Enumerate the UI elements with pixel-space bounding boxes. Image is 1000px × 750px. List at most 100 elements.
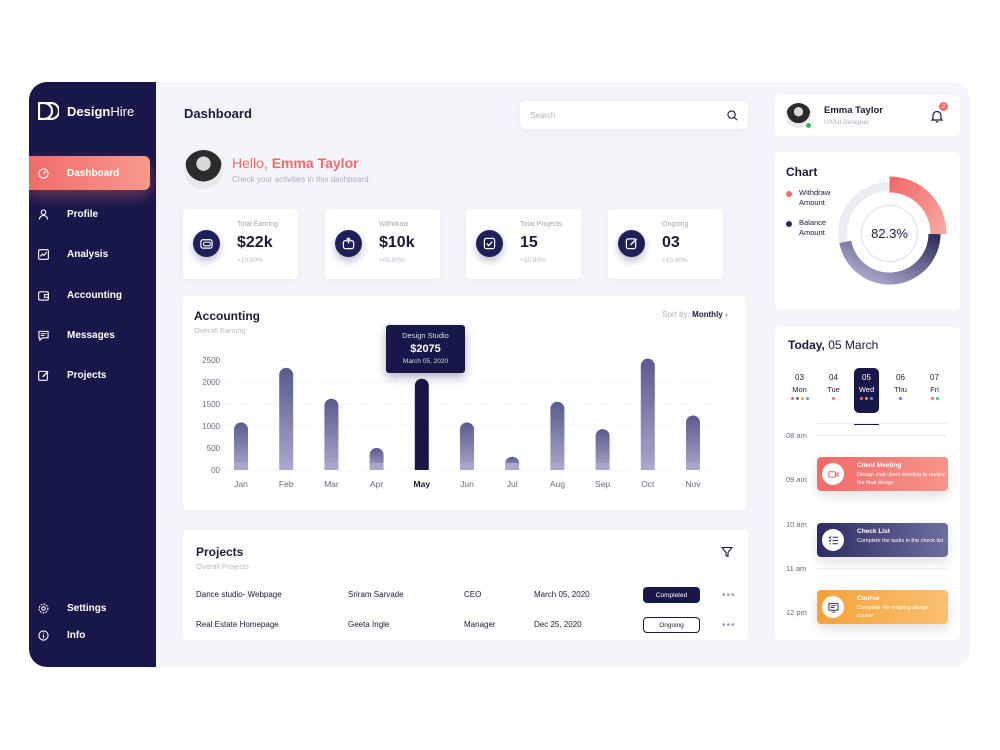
donut-title: Chart bbox=[786, 165, 818, 179]
x-tick-label: Nov bbox=[685, 479, 701, 489]
brand-logo[interactable]: DesignHire bbox=[38, 102, 134, 120]
day-thu[interactable]: 06 Thu bbox=[888, 368, 913, 413]
timeline-divider bbox=[817, 435, 947, 436]
bar-base-feb bbox=[279, 463, 294, 470]
table-row[interactable]: Real Estate Homepage Geeta Ingle Manager… bbox=[196, 617, 736, 633]
day-number: 04 bbox=[829, 373, 838, 382]
day-fri[interactable]: 07 Fri bbox=[922, 368, 947, 413]
event-description: Complete the ongoing design course bbox=[857, 605, 929, 619]
more-icon[interactable]: ••• bbox=[722, 590, 736, 601]
event-dots bbox=[922, 397, 947, 400]
video-icon bbox=[822, 463, 844, 485]
project-name: Dance studio- Webpage bbox=[196, 590, 282, 599]
sidebar-item-profile[interactable]: Profile bbox=[29, 197, 150, 231]
stat-label: Total Earning bbox=[237, 221, 278, 228]
filter-icon[interactable] bbox=[721, 546, 733, 558]
bell-icon[interactable] bbox=[930, 109, 944, 123]
project-role: Manager bbox=[464, 620, 496, 629]
dashboard-icon bbox=[38, 167, 49, 179]
project-date: March 05, 2020 bbox=[534, 590, 590, 599]
bar-base-may bbox=[414, 463, 429, 470]
sidebar-item-label: Messages bbox=[67, 329, 115, 341]
x-tick-label: Feb bbox=[279, 479, 294, 489]
schedule-title: Today, 05 March bbox=[788, 338, 879, 352]
tooltip-project: Design Studio bbox=[402, 331, 449, 340]
checkbox-icon bbox=[476, 230, 503, 257]
day-name: Wed bbox=[858, 385, 875, 394]
bar-nov bbox=[686, 415, 700, 470]
event-client-meeting[interactable]: Client Meeting Design club client meetin… bbox=[817, 457, 948, 491]
bar-base-jun bbox=[460, 463, 474, 470]
dashboard-app: DesignHire Dashboard Profile Analysis Ac… bbox=[29, 82, 970, 667]
bar-base-jan bbox=[234, 463, 248, 470]
chart-tooltip: Design Studio $2075 March 05, 2020 bbox=[386, 325, 465, 373]
sidebar-item-label: Info bbox=[67, 629, 86, 641]
y-tick-label: 2500 bbox=[202, 356, 220, 365]
x-tick-label: Jul bbox=[507, 479, 518, 489]
event-description: Design club client meeting to review the… bbox=[857, 472, 945, 486]
status-badge: Completed bbox=[643, 587, 700, 603]
search-bar[interactable] bbox=[520, 101, 748, 129]
page-title: Dashboard bbox=[184, 106, 252, 121]
time-label: 09 am bbox=[786, 475, 807, 484]
sidebar-item-messages[interactable]: Messages bbox=[29, 318, 150, 352]
sidebar-item-analysis[interactable]: Analysis bbox=[29, 237, 150, 271]
user-card[interactable]: Emma Taylor UX/UI Designer 2 bbox=[775, 95, 960, 136]
x-tick-label: Jan bbox=[234, 479, 248, 489]
day-number: 03 bbox=[795, 373, 804, 382]
stat-card-withdraw[interactable]: Withdraw $10k +05.80% bbox=[325, 209, 440, 279]
sidebar-item-dashboard[interactable]: Dashboard bbox=[29, 156, 150, 190]
sidebar-item-accounting[interactable]: Accounting bbox=[29, 278, 150, 312]
schedule-card: Today, 05 March 03 Mon 04 Tue 05 Wed 06 … bbox=[775, 327, 960, 640]
stat-change: +10.80% bbox=[662, 257, 688, 264]
wallet-icon bbox=[193, 230, 220, 257]
day-tue[interactable]: 04 Tue bbox=[821, 368, 846, 413]
legend-dot bbox=[786, 221, 792, 227]
tooltip-date: March 05, 2020 bbox=[402, 358, 449, 365]
x-tick-label: Sep bbox=[595, 479, 610, 489]
sidebar-item-label: Dashboard bbox=[67, 167, 120, 179]
stat-label: Total Projects bbox=[520, 221, 563, 228]
stat-card-ongoing[interactable]: Ongoing 03 +10.80% bbox=[608, 209, 723, 279]
wallet-icon bbox=[38, 290, 49, 301]
sidebar-item-label: Settings bbox=[67, 602, 107, 614]
day-mon[interactable]: 03 Mon bbox=[787, 368, 812, 413]
logo-icon bbox=[38, 102, 59, 120]
legend-dot bbox=[786, 191, 792, 197]
event-dots bbox=[888, 397, 913, 400]
stat-card-total-projects[interactable]: Total Projects 15 +10.80% bbox=[466, 209, 581, 279]
stat-change: +10.80% bbox=[237, 257, 263, 264]
stat-label: Withdraw bbox=[379, 221, 409, 228]
user-role: UX/UI Designer bbox=[824, 119, 870, 126]
bar-aug bbox=[550, 401, 565, 470]
stat-value: 03 bbox=[662, 234, 680, 251]
day-name: Fri bbox=[930, 385, 939, 394]
bar-base-sep bbox=[595, 463, 610, 470]
sidebar-item-label: Profile bbox=[67, 208, 99, 220]
day-number: 07 bbox=[930, 373, 939, 382]
event-check-list[interactable]: Check List Complete the tasks in the che… bbox=[817, 523, 948, 557]
bar-oct bbox=[640, 358, 655, 470]
table-row[interactable]: Dance studio- Webpage Sriram Sarvade CEO… bbox=[196, 587, 736, 603]
notification-badge: 2 bbox=[939, 102, 948, 111]
brand-name: DesignHire bbox=[67, 103, 135, 119]
event-course[interactable]: Course Complete the ongoing design cours… bbox=[817, 590, 948, 624]
stat-change: +10.80% bbox=[520, 257, 546, 264]
greeting-title: Hello, Emma Taylor bbox=[232, 155, 359, 171]
projects-panel: Projects Overall Projects Dance studio- … bbox=[183, 530, 748, 640]
event-description: Complete the tasks in the check list bbox=[857, 538, 944, 544]
more-icon[interactable]: ••• bbox=[722, 620, 736, 631]
day-wed[interactable]: 05 Wed bbox=[854, 368, 879, 413]
legend-label: Amount bbox=[799, 198, 825, 207]
sidebar-item-info[interactable]: Info bbox=[29, 618, 150, 652]
event-title: Check List bbox=[857, 528, 890, 535]
y-tick-label: 1000 bbox=[202, 422, 220, 431]
bar-jan bbox=[234, 422, 248, 470]
stat-card-total-earning[interactable]: Total Earning $22k +10.80% bbox=[183, 209, 298, 279]
time-label: 08 am bbox=[786, 431, 807, 440]
search-icon[interactable] bbox=[727, 109, 738, 121]
search-input[interactable] bbox=[530, 110, 727, 120]
project-role: CEO bbox=[464, 590, 482, 599]
sidebar-item-projects[interactable]: Projects bbox=[29, 358, 150, 392]
stat-value: $22k bbox=[237, 234, 273, 251]
